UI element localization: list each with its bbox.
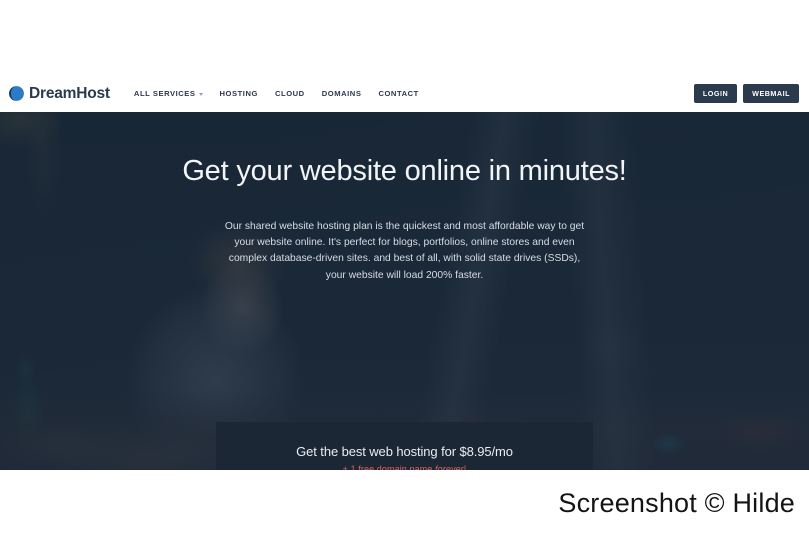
hero-section: Get your website online in minutes! Our … [0, 112, 809, 470]
nav-item-domains[interactable]: DOMAINS [322, 89, 362, 98]
pricing-heading: Get the best web hosting for $8.95/mo [296, 444, 513, 459]
pricing-card: Get the best web hosting for $8.95/mo + … [216, 422, 593, 470]
pricing-bonus-line: + 1 free domain name forever! [216, 464, 593, 470]
hero-title: Get your website online in minutes! [182, 155, 627, 187]
nav-label: ALL SERVICES [133, 89, 196, 98]
nav-item-contact[interactable]: CONTACT [378, 89, 418, 98]
hero-content: Get your website online in minutes! Our … [0, 112, 809, 284]
hero-paragraph: Our shared website hosting plan is the q… [224, 221, 585, 281]
watermark-area: Screenshot © Hilde [0, 470, 809, 536]
nav-item-cloud[interactable]: CLOUD [275, 89, 305, 98]
dreamhost-crescent-icon [8, 85, 25, 102]
watermark-text: Screenshot © Hilde [558, 487, 795, 518]
bonus-suffix: ! [463, 464, 467, 470]
header-actions: LOGIN WEBMAIL [693, 84, 799, 103]
chevron-down-icon [198, 93, 203, 96]
webmail-button[interactable]: WEBMAIL [743, 84, 799, 103]
page-root: DreamHost ALL SERVICES HOSTING CLOUD DOM… [0, 0, 809, 536]
nav-item-all-services[interactable]: ALL SERVICES [134, 89, 203, 98]
bonus-emphasis: forever [435, 464, 464, 470]
main-nav: ALL SERVICES HOSTING CLOUD DOMAINS CONTA… [134, 89, 419, 98]
login-button[interactable]: LOGIN [693, 84, 738, 103]
site-header: DreamHost ALL SERVICES HOSTING CLOUD DOM… [0, 75, 809, 112]
nav-item-hosting[interactable]: HOSTING [220, 89, 258, 98]
bonus-prefix: + 1 free domain name [342, 464, 436, 470]
top-white-gap [0, 0, 809, 75]
brand-name: DreamHost [29, 84, 110, 102]
brand-logo[interactable]: DreamHost [8, 85, 110, 102]
